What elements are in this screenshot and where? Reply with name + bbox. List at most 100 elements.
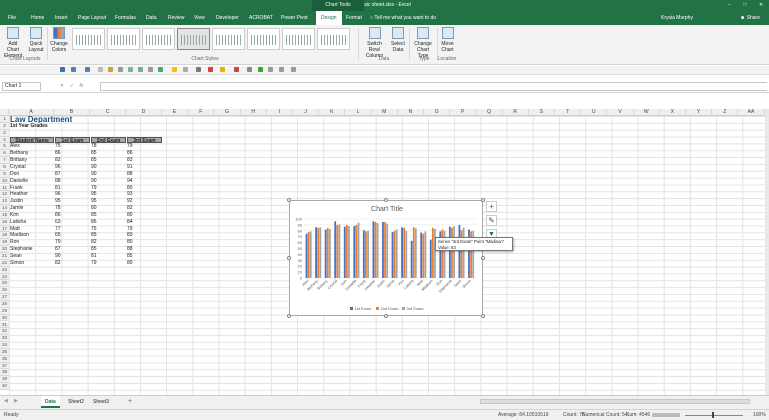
chart-elements-plus-icon[interactable]: + <box>486 201 497 212</box>
resize-handle[interactable] <box>287 198 291 202</box>
table-cell[interactable]: 87 <box>55 246 90 253</box>
column-header-M[interactable]: M <box>372 109 398 116</box>
table-cell[interactable]: Frank <box>10 185 54 192</box>
table-cell[interactable]: Justin <box>10 198 54 205</box>
tab-page-layout[interactable]: Page Layout <box>78 11 106 25</box>
row-header[interactable]: 7 <box>0 157 9 164</box>
tab-file[interactable]: File <box>8 11 16 25</box>
table-cell[interactable]: 93 <box>127 191 162 198</box>
tab-home[interactable]: Home <box>31 11 44 25</box>
row-header[interactable]: 32 <box>0 328 9 336</box>
column-header-D[interactable]: D <box>126 109 162 116</box>
column-header-S[interactable]: S <box>529 109 555 116</box>
column-header-H[interactable]: H <box>241 109 267 116</box>
resize-handle[interactable] <box>481 198 485 202</box>
row-header[interactable]: 9 <box>0 170 9 178</box>
sheet-tab-sheet3[interactable]: Sheet3 <box>89 396 113 408</box>
table-cell[interactable]: Ron <box>10 239 54 246</box>
row-header[interactable]: 28 <box>0 300 9 308</box>
row-header[interactable]: 30 <box>0 314 9 322</box>
row-header[interactable]: 16 <box>0 218 9 226</box>
table-cell[interactable]: 86 <box>55 150 90 157</box>
switch-row-column-button[interactable]: Switch Row/ Column <box>361 27 388 59</box>
tab-review[interactable]: Review <box>168 11 184 25</box>
chart-style-5[interactable] <box>212 28 245 50</box>
table-cell[interactable]: 75 <box>91 226 126 233</box>
table-cell[interactable]: 85 <box>91 212 126 219</box>
resize-handle[interactable] <box>384 198 388 202</box>
chart-style-7[interactable] <box>282 28 315 50</box>
row-header[interactable]: 11 <box>0 184 9 192</box>
table-cell[interactable]: 82 <box>127 205 162 212</box>
table-cell[interactable]: Latisha <box>10 219 54 226</box>
add-chart-element-button[interactable]: Add Chart Element <box>2 27 24 59</box>
open-folder-icon[interactable] <box>108 67 113 72</box>
row-header[interactable]: 24 <box>0 273 9 281</box>
table-cell[interactable]: Alex <box>10 143 54 150</box>
vertical-scrollbar[interactable] <box>765 109 769 395</box>
row-header[interactable]: 22 <box>0 259 9 267</box>
resize-handle[interactable] <box>481 256 485 260</box>
close-icon[interactable]: ✕ <box>753 0 769 11</box>
column-header-K[interactable]: K <box>319 109 346 116</box>
table-cell[interactable]: 78 <box>91 143 126 150</box>
table-cell[interactable]: Bethany <box>10 150 54 157</box>
row-header[interactable]: 19 <box>0 239 9 247</box>
table-cell[interactable]: 95 <box>55 198 90 205</box>
chart-style-6[interactable] <box>247 28 280 50</box>
row-header[interactable]: 20 <box>0 246 9 253</box>
formula-input[interactable] <box>100 82 767 91</box>
row-header[interactable]: 18 <box>0 232 9 240</box>
table-cell[interactable]: 90 <box>91 171 126 178</box>
enter-icon[interactable]: ✓ <box>70 83 74 89</box>
row-header[interactable]: 13 <box>0 198 9 206</box>
horizontal-scrollbar[interactable] <box>480 399 750 404</box>
table-cell[interactable]: Simon <box>10 260 54 267</box>
table-cell[interactable]: Don <box>10 171 54 178</box>
zoom-slider-thumb[interactable] <box>712 412 714 418</box>
table-cell[interactable]: Brittany <box>10 157 54 164</box>
maximize-icon[interactable]: □ <box>737 0 753 11</box>
table-cell[interactable]: 90 <box>91 178 126 185</box>
table-cell[interactable]: 87 <box>55 171 90 178</box>
column-header-R[interactable]: R <box>503 109 529 116</box>
table-cell[interactable]: 92 <box>127 198 162 205</box>
column-header-I[interactable]: I <box>267 109 293 116</box>
format-painter-icon[interactable] <box>196 67 201 72</box>
row-header[interactable]: 10 <box>0 177 9 185</box>
table-cell[interactable]: 82 <box>55 260 90 267</box>
row-header[interactable]: 2 <box>0 122 9 130</box>
sheet-tab-sheet2[interactable]: Sheet2 <box>64 396 88 408</box>
fill-color-icon[interactable] <box>220 67 225 72</box>
cancel-icon[interactable]: ✕ <box>60 83 64 89</box>
column-header-A[interactable]: A <box>9 109 54 116</box>
row-header[interactable]: 26 <box>0 287 9 295</box>
table-cell[interactable]: 83 <box>127 232 162 239</box>
row-header[interactable]: 15 <box>0 211 9 219</box>
table-cell[interactable]: Madison <box>10 232 54 239</box>
chart-styles-brush-icon[interactable]: ✎ <box>486 215 497 226</box>
column-header-X[interactable]: X <box>660 109 686 116</box>
grid-icon[interactable] <box>268 67 273 72</box>
table-cell[interactable]: 75 <box>55 143 90 150</box>
row-header[interactable]: 14 <box>0 205 9 212</box>
user-name[interactable]: Krysia Murphy <box>661 11 693 25</box>
table-cell[interactable]: 81 <box>91 253 126 260</box>
green-square-icon[interactable] <box>258 67 263 72</box>
new-file-icon[interactable] <box>98 67 103 72</box>
column-header-AA[interactable]: AA <box>738 109 765 116</box>
table-cell[interactable]: 1st Year Grades <box>10 123 90 130</box>
table-cell[interactable]: 90 <box>55 253 90 260</box>
table-header-cell[interactable]: Student Name <box>10 136 54 144</box>
column-header-P[interactable]: P <box>450 109 477 116</box>
resize-handle[interactable] <box>384 314 388 318</box>
row-header[interactable]: 17 <box>0 225 9 233</box>
table-cell[interactable]: 63 <box>55 219 90 226</box>
table-cell[interactable]: 83 <box>127 157 162 164</box>
row-header[interactable]: 37 <box>0 362 9 370</box>
column-header-V[interactable]: V <box>607 109 634 116</box>
minimize-icon[interactable]: – <box>721 0 737 11</box>
row-header[interactable]: 38 <box>0 369 9 377</box>
tell-me-search[interactable]: ○ Tell me what you want to do <box>370 11 436 25</box>
table-cell[interactable]: 81 <box>55 185 90 192</box>
